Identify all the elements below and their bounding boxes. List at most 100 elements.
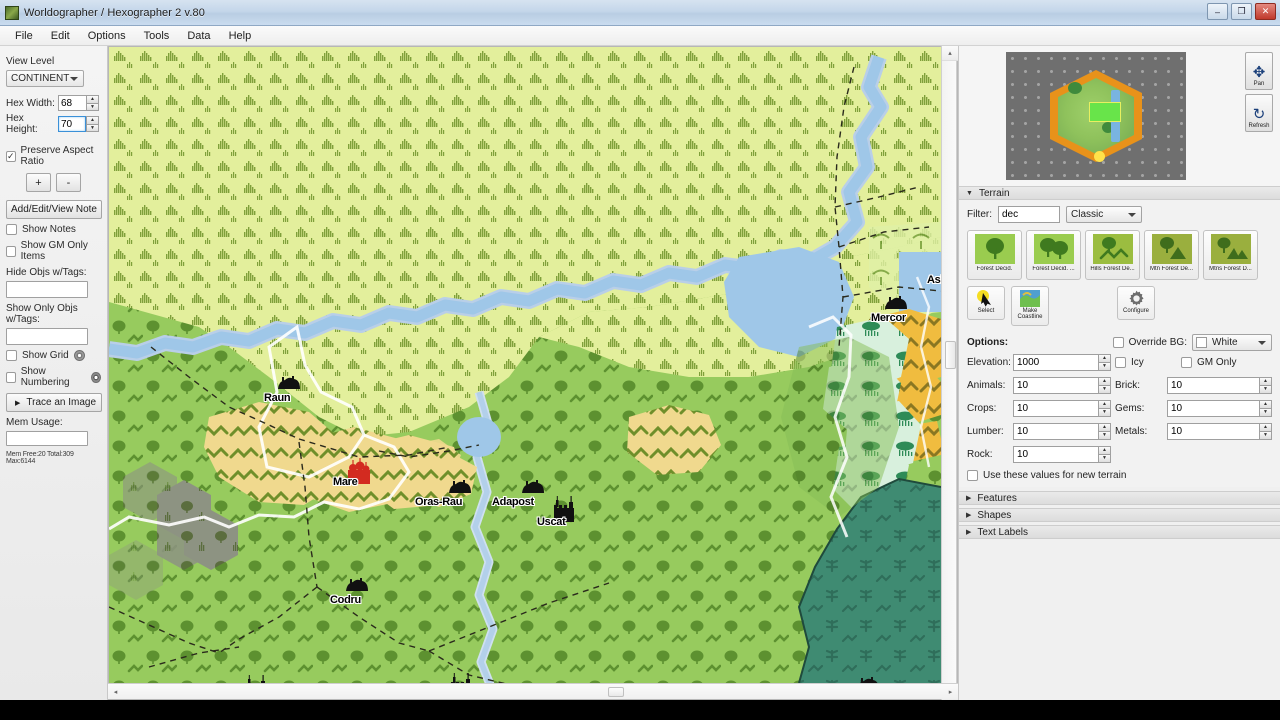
vertical-scroll-thumb[interactable] [945,341,956,369]
refresh-button[interactable]: ↻ Refresh [1245,94,1273,132]
terrain-card-mtn-forest[interactable]: Mtn Forest De... [1144,230,1199,280]
terrain-style-select[interactable]: Classic [1066,206,1142,223]
map-horizontal-scrollbar[interactable]: ◂ ▸ [108,683,958,699]
show-numbering-checkbox[interactable]: Show Numbering [6,366,102,388]
hex-height-stepper[interactable]: ▲ ▼ [58,116,99,132]
zoom-in-button[interactable]: + [26,173,51,192]
make-coastline-button[interactable]: Make Coastline [1011,286,1049,326]
spin-up-icon[interactable]: ▲ [1098,423,1111,431]
terrain-card-mtns-forest[interactable]: Mtns Forest D... [1203,230,1258,280]
close-button[interactable]: ✕ [1255,3,1276,20]
numbering-settings-gear-icon[interactable] [91,371,102,383]
spin-up-icon[interactable]: ▲ [1259,423,1272,431]
elevation-input[interactable] [1013,354,1098,371]
menu-item-data[interactable]: Data [178,28,219,44]
filter-input[interactable] [998,206,1060,223]
lumber-stepper[interactable]: ▲▼ [1013,423,1111,440]
horizontal-scroll-thumb[interactable] [608,687,624,697]
spin-up-icon[interactable]: ▲ [1098,354,1111,362]
map-label[interactable]: Oras-Rau [415,496,462,508]
brick-stepper[interactable]: ▲▼ [1167,377,1272,394]
show-only-objs-tags-input[interactable] [6,328,88,345]
grid-settings-gear-icon[interactable] [73,350,85,361]
zoom-out-button[interactable]: - [56,173,81,192]
animals-stepper[interactable]: ▲▼ [1013,377,1111,394]
hex-map-canvas[interactable] [109,47,941,683]
brick-spin-buttons[interactable]: ▲ ▼ [1259,377,1272,394]
spin-up-icon[interactable]: ▲ [1098,400,1111,408]
gems-input[interactable] [1167,400,1259,417]
gm-only-checkbox[interactable]: GM Only [1181,357,1272,368]
crops-input[interactable] [1013,400,1098,417]
menu-item-help[interactable]: Help [220,28,261,44]
animals-spin-buttons[interactable]: ▲ ▼ [1098,377,1111,394]
spin-down-icon[interactable]: ▼ [1098,408,1111,417]
minimap-viewport-rect[interactable] [1089,102,1121,122]
features-section-header[interactable]: ▶ Features [959,491,1280,505]
hex-height-spin-buttons[interactable]: ▲ ▼ [86,116,99,132]
show-gm-only-items-checkbox[interactable]: Show GM Only Items [6,240,101,262]
spin-up-icon[interactable]: ▲ [1259,377,1272,385]
elevation-spin-buttons[interactable]: ▲ ▼ [1098,354,1111,371]
hex-height-up-icon[interactable]: ▲ [86,116,99,124]
hex-width-down-icon[interactable]: ▼ [86,102,99,111]
map-label[interactable]: Adapost [492,496,534,508]
hex-height-down-icon[interactable]: ▼ [86,123,99,132]
hex-width-stepper[interactable]: ▲ ▼ [58,95,99,111]
metals-input[interactable] [1167,423,1259,440]
crops-stepper[interactable]: ▲▼ [1013,400,1111,417]
override-bg-color-select[interactable]: White [1192,334,1272,351]
terrain-section-header[interactable]: ▼ Terrain [959,186,1280,200]
scroll-left-button[interactable]: ◂ [108,684,123,700]
map-label[interactable]: Uscat [537,516,566,528]
use-values-for-new-terrain-checkbox[interactable]: Use these values for new terrain [967,470,1272,481]
maximize-button[interactable]: ❐ [1231,3,1252,20]
shapes-section-header[interactable]: ▶ Shapes [959,508,1280,522]
hex-width-spin-buttons[interactable]: ▲ ▼ [86,95,99,111]
lumber-spin-buttons[interactable]: ▲ ▼ [1098,423,1111,440]
hex-width-input[interactable] [58,95,86,111]
spin-up-icon[interactable]: ▲ [1098,377,1111,385]
override-bg-checkbox[interactable]: Override BG: [1112,337,1187,348]
spin-down-icon[interactable]: ▼ [1259,385,1272,394]
terrain-card-forest-decid-2[interactable]: Forest Decid. ... [1026,230,1081,280]
map-label[interactable]: Mare [333,476,358,488]
spin-down-icon[interactable]: ▼ [1098,362,1111,371]
show-notes-checkbox[interactable]: Show Notes [6,224,101,235]
add-edit-view-note-button[interactable]: Add/Edit/View Note [6,200,102,219]
rock-spin-buttons[interactable]: ▲ ▼ [1098,446,1111,463]
configure-button[interactable]: Configure [1117,286,1155,320]
lumber-input[interactable] [1013,423,1098,440]
menu-item-options[interactable]: Options [79,28,135,44]
hide-objs-tags-input[interactable] [6,281,88,298]
gems-spin-buttons[interactable]: ▲ ▼ [1259,400,1272,417]
text-labels-section-header[interactable]: ▶ Text Labels [959,525,1280,539]
minimap[interactable] [1006,52,1186,180]
spin-down-icon[interactable]: ▼ [1259,431,1272,440]
map-viewport[interactable]: Alma's RunAshlyn FayMercorRaunMareOras-R… [108,46,958,700]
show-grid-checkbox[interactable]: Show Grid [6,350,101,361]
animals-input[interactable] [1013,377,1098,394]
terrain-card-forest-decid[interactable]: Forest Decid. [967,230,1022,280]
select-tool-button[interactable]: Select [967,286,1005,320]
spin-down-icon[interactable]: ▼ [1098,385,1111,394]
gems-stepper[interactable]: ▲▼ [1167,400,1272,417]
scroll-up-button[interactable]: ▴ [942,46,958,61]
icy-checkbox[interactable]: Icy [1115,357,1163,368]
rock-stepper[interactable]: ▲▼ [1013,446,1111,463]
crops-spin-buttons[interactable]: ▲ ▼ [1098,400,1111,417]
view-level-select[interactable]: CONTINENT [6,70,84,87]
metals-stepper[interactable]: ▲▼ [1167,423,1272,440]
menu-item-tools[interactable]: Tools [135,28,179,44]
pan-button[interactable]: ✥ Pan [1245,52,1273,90]
preserve-aspect-ratio-checkbox[interactable]: ✓ Preserve Aspect Ratio [6,145,101,167]
spin-up-icon[interactable]: ▲ [1259,400,1272,408]
scroll-right-button[interactable]: ▸ [943,684,958,700]
hex-width-up-icon[interactable]: ▲ [86,95,99,103]
spin-down-icon[interactable]: ▼ [1098,431,1111,440]
rock-input[interactable] [1013,446,1098,463]
spin-down-icon[interactable]: ▼ [1259,408,1272,417]
elevation-stepper[interactable]: ▲▼ [1013,354,1111,371]
map-label[interactable]: Codru [330,594,361,606]
minimize-button[interactable]: – [1207,3,1228,20]
